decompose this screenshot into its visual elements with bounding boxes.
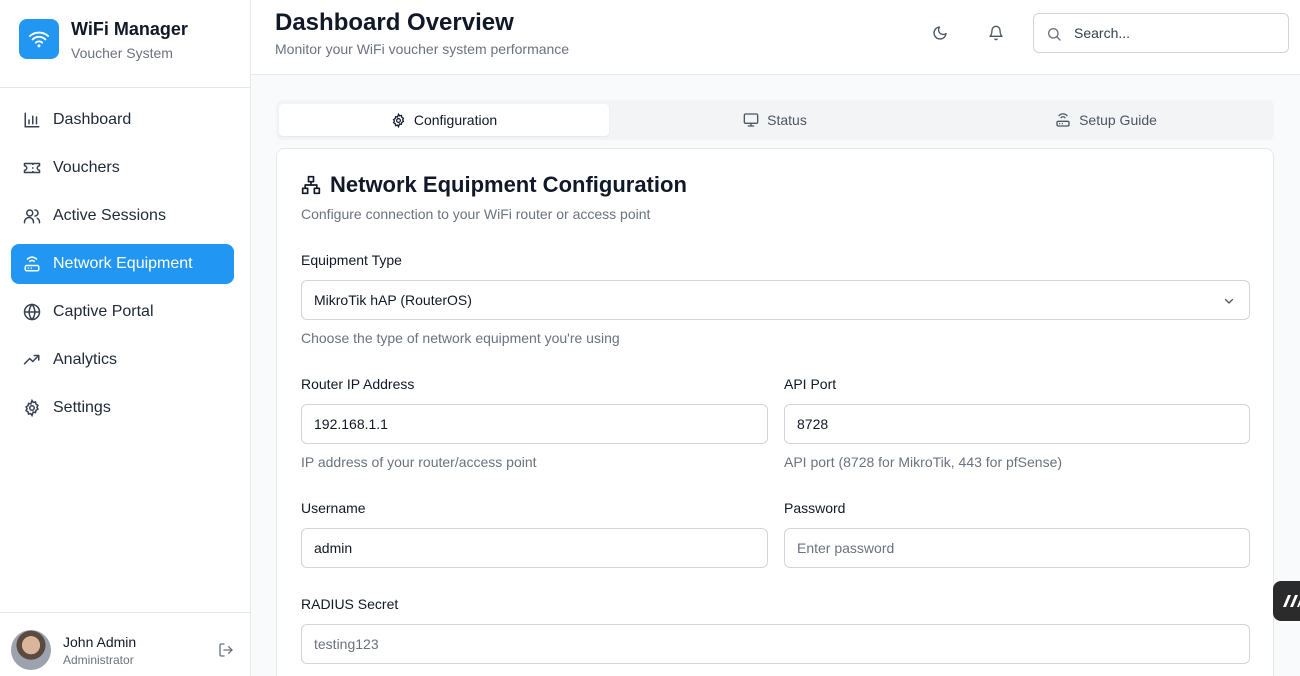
- user-profile: John Admin Administrator: [0, 612, 251, 676]
- sidebar-item-vouchers[interactable]: Vouchers: [11, 148, 234, 188]
- tab-list: Configuration Status Setup Guide: [276, 100, 1274, 140]
- sidebar-item-label: Network Equipment: [53, 255, 193, 272]
- chevron-down-icon: [1224, 298, 1234, 304]
- moon-icon: [933, 26, 947, 40]
- api-port-label: API Port: [784, 376, 837, 392]
- radius-secret-input[interactable]: [301, 624, 1250, 664]
- sidebar-item-network-equipment[interactable]: Network Equipment: [11, 244, 234, 284]
- sidebar-item-label: Dashboard: [53, 111, 132, 128]
- tab-label: Configuration: [413, 112, 498, 128]
- network-config-card: Network Equipment Configuration Configur…: [276, 148, 1274, 676]
- router-ip-label: Router IP Address: [301, 376, 415, 392]
- sidebar-item-captive-portal[interactable]: Captive Portal: [11, 292, 234, 332]
- users-icon: [23, 207, 41, 225]
- trending-up-icon: [23, 351, 41, 369]
- notifications-button[interactable]: [982, 19, 1010, 47]
- equipment-type-label: Equipment Type: [301, 252, 402, 268]
- bar-chart-icon: [23, 111, 41, 129]
- tab-label: Status: [767, 112, 807, 128]
- dark-mode-toggle[interactable]: [926, 19, 954, 47]
- floating-widget-button[interactable]: [1273, 581, 1300, 621]
- username-input[interactable]: [301, 528, 768, 568]
- tab-status[interactable]: Status: [610, 104, 940, 136]
- sidebar-item-label: Captive Portal: [53, 303, 154, 320]
- search-icon: [1048, 28, 1061, 41]
- sidebar-item-label: Settings: [53, 399, 111, 416]
- card-title: Network Equipment Configuration: [301, 172, 687, 198]
- brand-header: WiFi Manager Voucher System: [0, 0, 250, 88]
- radius-secret-label: RADIUS Secret: [301, 596, 399, 612]
- router-icon: [23, 255, 41, 273]
- search-input[interactable]: [1074, 14, 1279, 52]
- card-description: Configure connection to your WiFi router…: [301, 206, 651, 222]
- sidebar-nav: Dashboard Vouchers Active Sessions Netwo…: [11, 100, 234, 436]
- page-subtitle: Monitor your WiFi voucher system perform…: [275, 41, 570, 57]
- equipment-type-value: MikroTik hAP (RouterOS): [314, 292, 472, 308]
- gear-icon: [392, 112, 405, 128]
- card-title-text: Network Equipment Configuration: [330, 172, 687, 197]
- equipment-type-select[interactable]: MikroTik hAP (RouterOS): [301, 280, 1250, 320]
- brand-title: WiFi Manager: [71, 19, 188, 39]
- brand-logo-icon: [1283, 595, 1300, 607]
- username-label: Username: [301, 500, 366, 516]
- avatar[interactable]: [11, 630, 51, 670]
- sidebar-item-analytics[interactable]: Analytics: [11, 340, 234, 380]
- sidebar-item-dashboard[interactable]: Dashboard: [11, 100, 234, 140]
- sidebar-item-label: Analytics: [53, 351, 118, 368]
- api-port-input[interactable]: [784, 404, 1250, 444]
- user-role: Administrator: [63, 653, 134, 667]
- equipment-type-hint: Choose the type of network equipment you…: [301, 330, 620, 346]
- wifi-icon: [19, 19, 59, 59]
- sidebar-item-label: Vouchers: [53, 159, 120, 176]
- network-icon: [301, 175, 321, 195]
- sidebar: WiFi Manager Voucher System Dashboard Vo…: [0, 0, 251, 676]
- sidebar-item-active-sessions[interactable]: Active Sessions: [11, 196, 234, 236]
- router-ip-hint: IP address of your router/access point: [301, 454, 537, 470]
- tab-setup-guide[interactable]: Setup Guide: [941, 104, 1271, 136]
- globe-icon: [23, 303, 41, 321]
- bell-icon: [989, 25, 1003, 41]
- ticket-icon: [23, 159, 41, 177]
- router-ip-input[interactable]: [301, 404, 768, 444]
- sidebar-item-settings[interactable]: Settings: [11, 388, 234, 428]
- user-name: John Admin: [63, 634, 137, 650]
- monitor-icon: [743, 113, 759, 127]
- sidebar-item-label: Active Sessions: [53, 207, 166, 224]
- api-port-hint: API port (8728 for MikroTik, 443 for pfS…: [784, 454, 1063, 470]
- password-label: Password: [784, 500, 846, 516]
- tab-configuration[interactable]: Configuration: [279, 104, 609, 136]
- brand-subtitle: Voucher System: [71, 45, 173, 61]
- tab-label: Setup Guide: [1079, 112, 1157, 128]
- top-header: Dashboard Overview Monitor your WiFi vou…: [251, 0, 1300, 75]
- password-input[interactable]: [784, 528, 1250, 568]
- page-title: Dashboard Overview: [275, 9, 514, 36]
- router-icon: [1056, 113, 1070, 127]
- logout-icon[interactable]: [218, 642, 234, 658]
- search-box[interactable]: [1033, 13, 1289, 53]
- gear-icon: [23, 399, 41, 417]
